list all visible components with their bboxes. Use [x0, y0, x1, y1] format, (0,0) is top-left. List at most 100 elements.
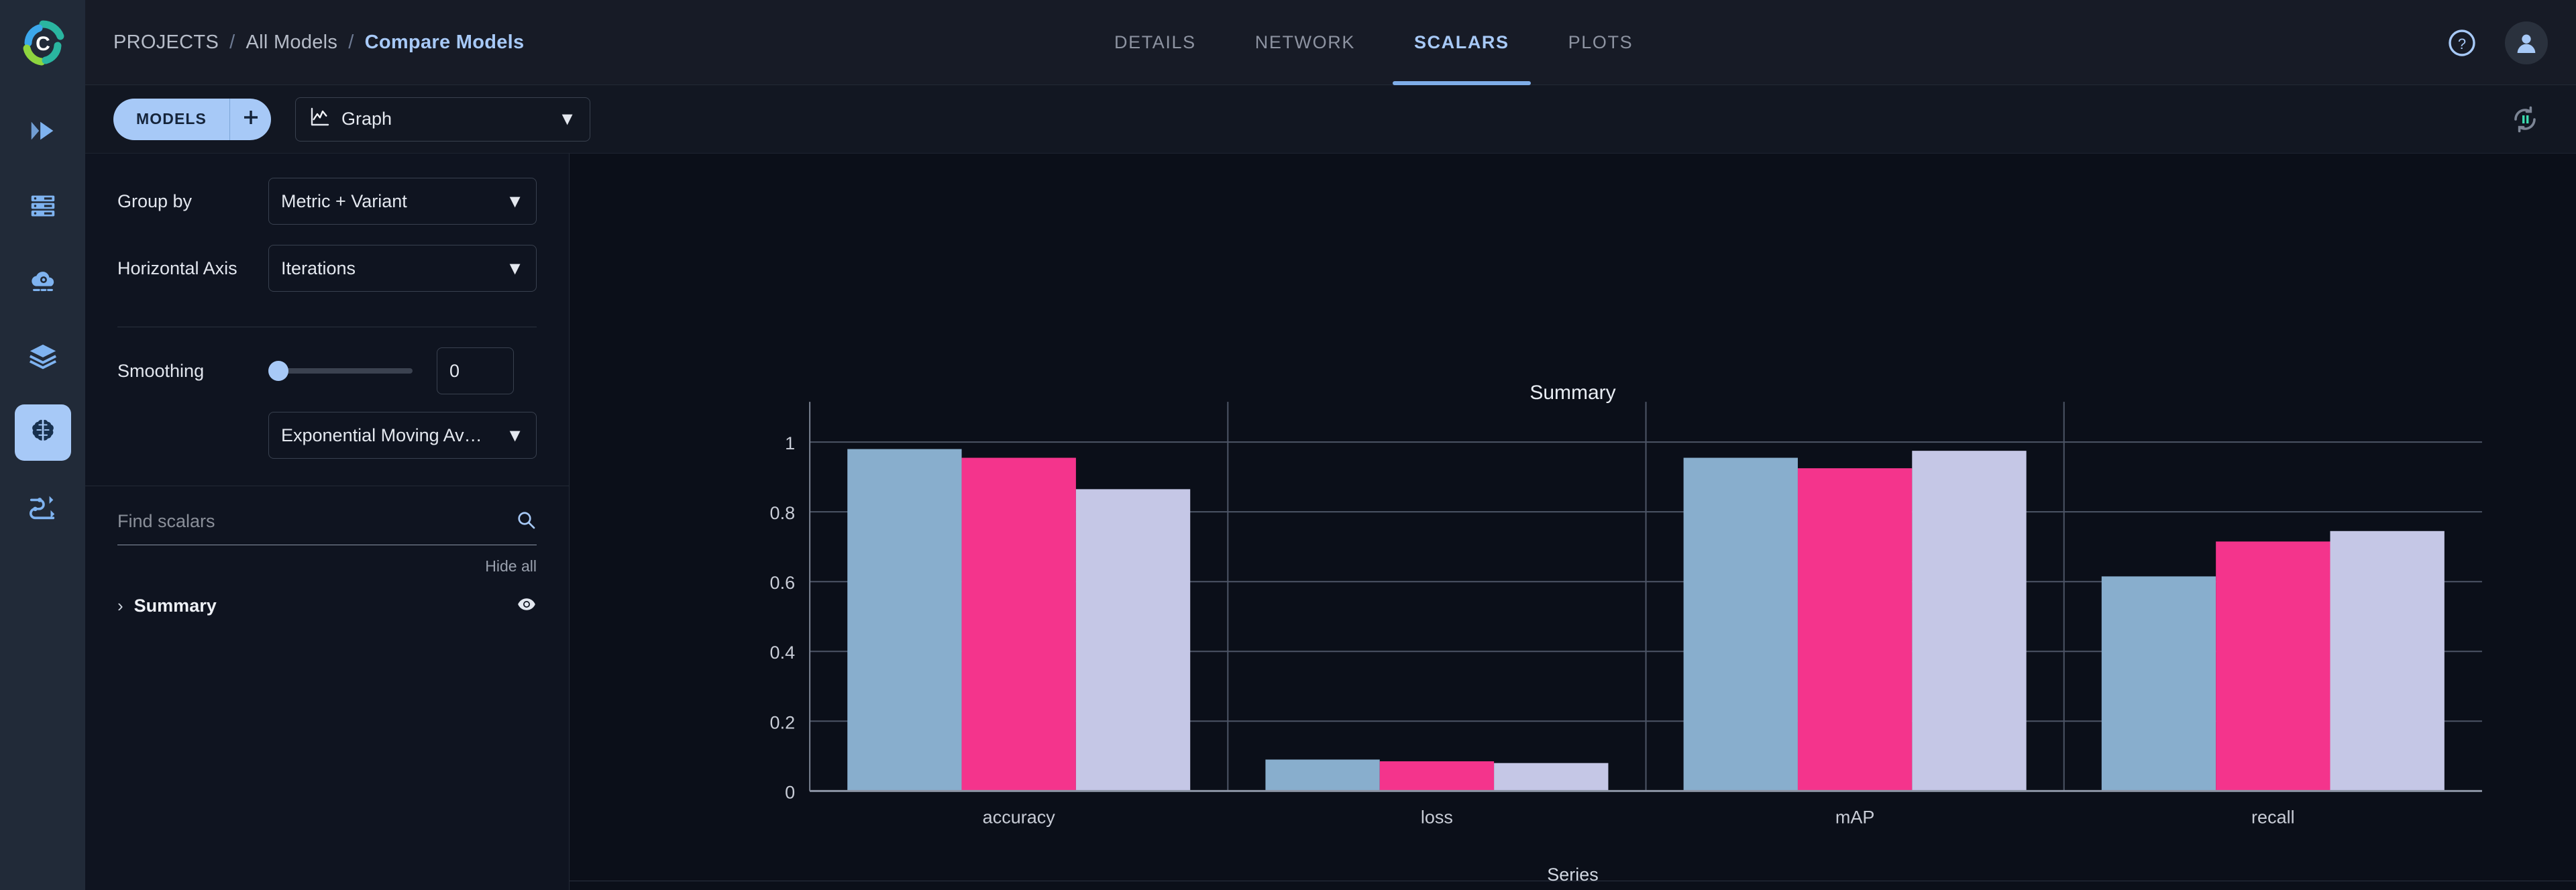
y-tick-label: 0 [785, 782, 795, 802]
x-tick-label: recall [2251, 807, 2295, 827]
header-actions: ? [2446, 0, 2548, 85]
smoothing-slider[interactable] [268, 361, 413, 381]
y-tick-label: 0.2 [770, 712, 796, 732]
bar[interactable] [962, 458, 1076, 791]
rail-item-projects[interactable] [15, 104, 71, 160]
brain-icon [28, 416, 58, 450]
svg-text:C: C [36, 33, 50, 55]
chevron-down-icon: ▼ [506, 191, 524, 212]
bar[interactable] [847, 449, 961, 791]
slider-track [278, 368, 413, 374]
breadcrumb: PROJECTS / All Models / Compare Models [113, 32, 524, 54]
chevron-right-icon[interactable]: › [117, 596, 123, 616]
rail-item-models[interactable] [15, 404, 71, 461]
breadcrumb-projects[interactable]: PROJECTS [113, 32, 219, 54]
summary-chart-card[interactable]: Summary 00.20.40.60.81accuracylossmAPrec… [570, 154, 2576, 881]
svg-text:?: ? [2458, 36, 2466, 52]
add-model-button[interactable] [229, 99, 271, 140]
smoothing-value-input[interactable]: 0 [437, 347, 514, 394]
smoothing-type-value: Exponential Moving Av… [281, 425, 482, 446]
flow-arrows-icon [28, 491, 58, 525]
smoothing-type-row: Exponential Moving Av… ▼ [117, 412, 537, 459]
eye-icon[interactable] [517, 594, 537, 618]
app-header: PROJECTS / All Models / Compare Models D… [85, 0, 2576, 85]
hide-all-button[interactable]: Hide all [117, 557, 537, 575]
bar[interactable] [1380, 761, 1494, 791]
scalars-sidebar: Group by Metric + Variant ▼ Horizontal A… [85, 154, 570, 890]
bar[interactable] [1265, 759, 1379, 791]
y-tick-label: 0.4 [770, 643, 796, 663]
tab-network[interactable]: NETWORK [1226, 0, 1385, 85]
layers-icon [28, 341, 58, 375]
bar[interactable] [1494, 763, 1608, 791]
left-nav-rail: C [0, 0, 85, 890]
breadcrumb-compare-models: Compare Models [365, 32, 525, 54]
chart-controls: Group by Metric + Variant ▼ Horizontal A… [85, 154, 569, 321]
group-by-select[interactable]: Metric + Variant ▼ [268, 178, 537, 225]
rail-item-datasets[interactable] [15, 179, 71, 235]
bar[interactable] [2216, 541, 2330, 791]
smoothing-row: Smoothing 0 [117, 347, 537, 394]
main-column: PROJECTS / All Models / Compare Models D… [85, 0, 2576, 890]
group-by-value: Metric + Variant [281, 191, 407, 212]
models-toolbar: MODELS Graph ▼ [85, 85, 2576, 154]
horizontal-axis-row: Horizontal Axis Iterations ▼ [117, 245, 537, 292]
find-scalars-row: Find scalars [117, 509, 537, 545]
x-axis-label: Series [570, 865, 2576, 885]
y-tick-label: 1 [785, 433, 795, 453]
cloud-gear-icon [28, 266, 58, 300]
bar[interactable] [2102, 576, 2216, 791]
line-chart-icon [309, 106, 331, 132]
tab-plots[interactable]: PLOTS [1539, 0, 1663, 85]
chevron-down-icon: ▼ [506, 258, 524, 279]
horizontal-axis-select[interactable]: Iterations ▼ [268, 245, 537, 292]
bar[interactable] [2330, 531, 2445, 791]
tab-details[interactable]: DETAILS [1085, 0, 1226, 85]
y-tick-label: 0.6 [770, 573, 796, 593]
question-circle-icon[interactable]: ? [2446, 27, 2478, 59]
auto-refresh-paused-icon[interactable] [2509, 103, 2541, 135]
find-scalars-input[interactable]: Find scalars [117, 511, 515, 532]
summary-group-label: Summary [134, 596, 517, 616]
search-icon[interactable] [515, 509, 537, 534]
rail-item-artifacts[interactable] [15, 329, 71, 386]
group-by-row: Group by Metric + Variant ▼ [117, 178, 537, 225]
y-tick-label: 0.8 [770, 503, 796, 523]
scalar-group-summary[interactable]: › Summary [117, 594, 537, 618]
breadcrumb-separator: / [348, 32, 354, 54]
app-root: C [0, 0, 2576, 890]
horizontal-axis-value: Iterations [281, 258, 356, 279]
bar[interactable] [1912, 451, 2026, 791]
page-body: Group by Metric + Variant ▼ Horizontal A… [85, 154, 2576, 890]
x-tick-label: mAP [1835, 807, 1875, 827]
header-tabs: DETAILS NETWORK SCALARS PLOTS [1085, 0, 1662, 85]
bar[interactable] [1076, 489, 1190, 791]
smoothing-label: Smoothing [117, 361, 268, 382]
rail-item-orchestration[interactable] [15, 254, 71, 311]
chevron-down-icon: ▼ [499, 425, 524, 446]
bar[interactable] [1684, 458, 1798, 791]
rail-item-pipelines[interactable] [15, 480, 71, 536]
user-avatar-icon[interactable] [2505, 21, 2548, 64]
scalars-list-section: Find scalars Hide all › Summary [85, 486, 569, 618]
chevron-down-icon: ▼ [558, 109, 576, 129]
double-chevron-play-icon [28, 115, 58, 150]
horizontal-axis-label: Horizontal Axis [117, 258, 268, 279]
summary-bar-chart[interactable]: 0 0.2 0.4 0.6 0.8 1 accuracy loss mAP recall [570, 154, 2576, 881]
slider-thumb[interactable] [268, 361, 288, 381]
clearml-logo[interactable]: C [0, 0, 85, 85]
x-tick-label: accuracy [983, 807, 1056, 827]
group-by-label: Group by [117, 191, 268, 212]
graph-type-select[interactable]: Graph ▼ [295, 97, 590, 142]
breadcrumb-all-models[interactable]: All Models [246, 32, 337, 54]
x-tick-label: loss [1421, 807, 1453, 827]
smoothing-type-select[interactable]: Exponential Moving Av… ▼ [268, 412, 537, 459]
smoothing-block: Smoothing 0 Exponential Moving Av… ▼ [85, 327, 569, 459]
graph-type-label: Graph [341, 109, 392, 129]
bar[interactable] [1798, 468, 1912, 791]
models-button[interactable]: MODELS [113, 99, 229, 140]
tab-scalars[interactable]: SCALARS [1385, 0, 1539, 85]
breadcrumb-separator: / [229, 32, 235, 54]
plus-icon [241, 107, 261, 131]
server-rack-icon [28, 190, 58, 225]
